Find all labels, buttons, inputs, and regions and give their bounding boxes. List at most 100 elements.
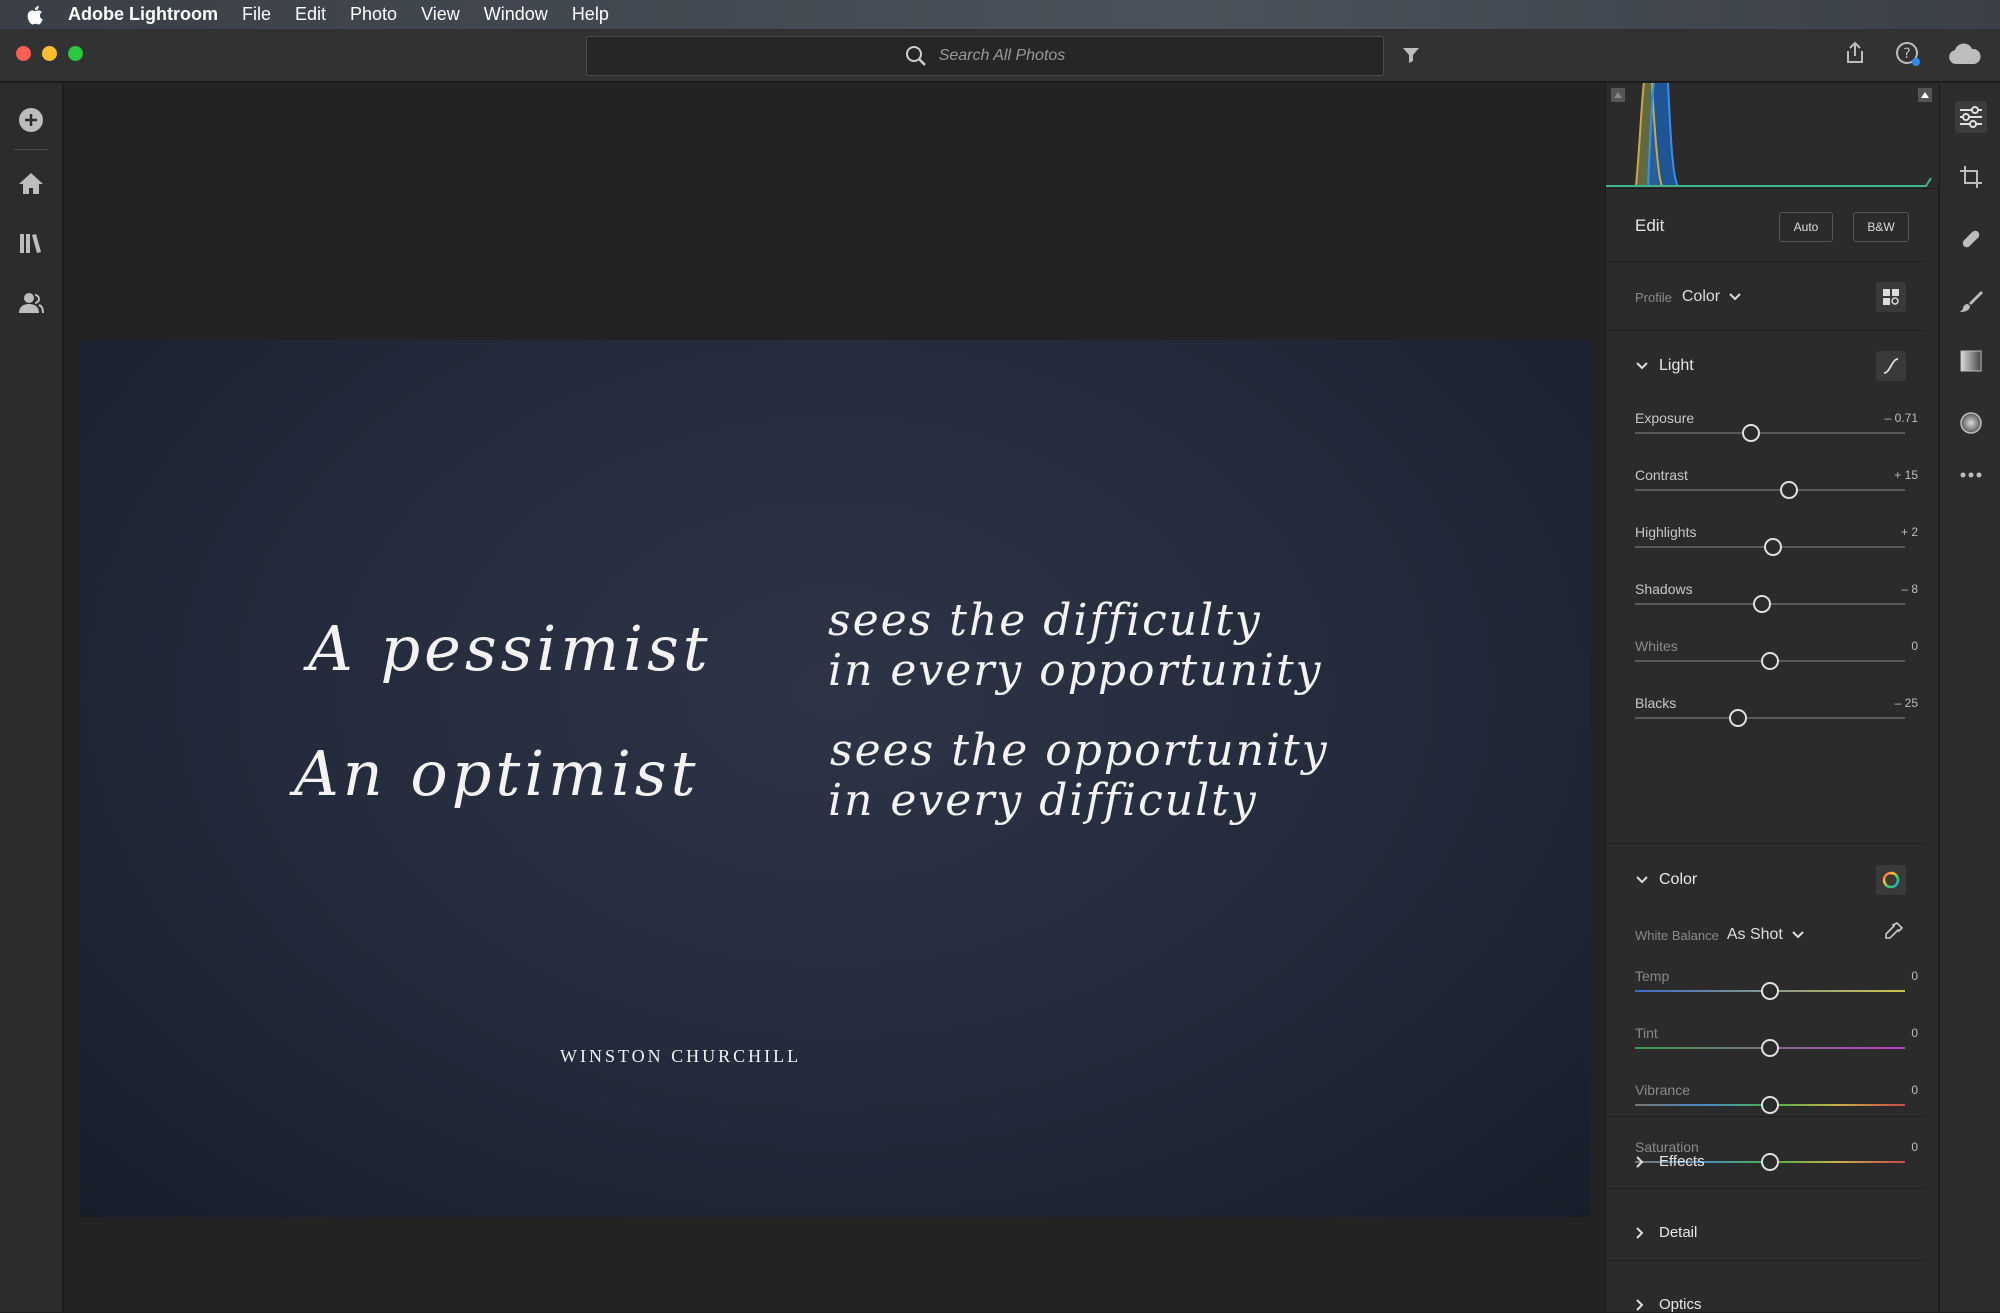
photo-canvas[interactable]: A pessimist sees the difficulty in every… xyxy=(64,83,1605,1312)
search-input[interactable]: Search All Photos xyxy=(586,36,1384,76)
profile-selector[interactable]: Profile Color xyxy=(1635,288,1742,306)
menu-app-name[interactable]: Adobe Lightroom xyxy=(68,4,218,25)
light-section-header[interactable]: Light xyxy=(1635,357,1694,375)
help-icon[interactable]: ? xyxy=(1895,41,1921,67)
gradient-icon xyxy=(1960,350,1982,372)
slider-value-highlights[interactable]: + 2 xyxy=(1901,525,1918,539)
apple-icon[interactable] xyxy=(26,5,44,25)
slider-thumb-whites[interactable] xyxy=(1761,652,1779,670)
menu-help[interactable]: Help xyxy=(572,4,609,25)
slider-thumb-highlights[interactable] xyxy=(1763,538,1782,556)
divider xyxy=(1606,330,1926,331)
slider-value-exposure[interactable]: – 0.71 xyxy=(1885,411,1918,425)
edit-panel: Edit Auto B&W Profile Color Light Exposu… xyxy=(1605,82,1939,1313)
radial-gradient-tool-button[interactable] xyxy=(1955,407,1987,439)
detail-title: Detail xyxy=(1659,1224,1698,1241)
crop-tool-button[interactable] xyxy=(1955,161,1987,193)
quote-line1-left: A pessimist xyxy=(308,612,712,685)
search-icon xyxy=(905,46,926,66)
grid-icon xyxy=(1883,289,1899,305)
color-section-header[interactable]: Color xyxy=(1635,871,1697,889)
library-button[interactable] xyxy=(16,228,46,258)
bw-button[interactable]: B&W xyxy=(1853,212,1909,242)
slider-value-saturation[interactable]: 0 xyxy=(1911,1140,1918,1154)
minimize-window-button[interactable] xyxy=(42,46,57,61)
title-bar: Search All Photos ? xyxy=(0,29,2000,82)
cloud-icon[interactable] xyxy=(1948,43,1982,65)
chevron-right-icon xyxy=(1636,1155,1644,1168)
healing-tool-button[interactable] xyxy=(1955,223,1987,255)
slider-thumb-saturation[interactable] xyxy=(1761,1153,1779,1171)
slider-thumb-contrast[interactable] xyxy=(1779,481,1798,499)
slider-value-contrast[interactable]: + 15 xyxy=(1894,468,1918,482)
slider-label-vibrance: Vibrance xyxy=(1635,1082,1691,1098)
chevron-down-icon xyxy=(1729,293,1741,301)
profile-browser-button[interactable] xyxy=(1876,282,1906,312)
share-icon[interactable] xyxy=(1844,41,1866,65)
white-balance-label: White Balance xyxy=(1635,927,1719,943)
add-photos-button[interactable] xyxy=(16,105,46,135)
histogram-graph xyxy=(1606,82,1932,187)
slider-thumb-tint[interactable] xyxy=(1761,1039,1779,1057)
slider-value-shadows[interactable]: – 8 xyxy=(1901,582,1918,596)
slider-thumb-shadows[interactable] xyxy=(1752,595,1771,613)
chevron-right-icon xyxy=(1636,1226,1644,1239)
effects-section-header[interactable]: Effects xyxy=(1635,1153,1705,1170)
slider-track-exposure[interactable] xyxy=(1635,432,1905,434)
light-title: Light xyxy=(1659,357,1694,374)
color-title: Color xyxy=(1659,871,1698,888)
slider-label-exposure: Exposure xyxy=(1635,410,1695,426)
effects-title: Effects xyxy=(1659,1153,1705,1170)
add-icon xyxy=(19,108,43,132)
slider-value-vibrance[interactable]: 0 xyxy=(1911,1083,1918,1097)
chevron-right-icon xyxy=(1636,1298,1644,1311)
slider-thumb-temp[interactable] xyxy=(1761,982,1779,1000)
tone-curve-button[interactable] xyxy=(1876,351,1906,381)
svg-text:?: ? xyxy=(1903,46,1910,62)
home-icon xyxy=(19,173,43,194)
optics-section-header[interactable]: Optics xyxy=(1635,1296,1702,1313)
divider xyxy=(1606,1260,1926,1261)
white-balance-selector[interactable]: White Balance As Shot xyxy=(1635,926,1805,944)
quote-line2-left: An optimist xyxy=(294,737,700,810)
detail-section-header[interactable]: Detail xyxy=(1635,1224,1697,1241)
eyedropper-icon[interactable] xyxy=(1882,921,1904,943)
filter-icon[interactable] xyxy=(1402,46,1420,64)
close-window-button[interactable] xyxy=(16,46,31,61)
search-placeholder: Search All Photos xyxy=(938,47,1066,64)
slider-label-shadows: Shadows xyxy=(1635,581,1693,597)
slider-thumb-vibrance[interactable] xyxy=(1761,1096,1779,1114)
slider-label-blacks: Blacks xyxy=(1635,695,1677,711)
quote-line1-right-b: in every opportunity xyxy=(828,645,1323,696)
slider-thumb-blacks[interactable] xyxy=(1728,709,1747,727)
edit-tool-button[interactable] xyxy=(1955,101,1987,133)
divider xyxy=(1606,843,1926,844)
people-button[interactable] xyxy=(16,288,46,318)
menu-photo[interactable]: Photo xyxy=(350,4,397,25)
optics-title: Optics xyxy=(1659,1296,1702,1313)
slider-value-blacks[interactable]: – 25 xyxy=(1895,696,1918,710)
menu-edit[interactable]: Edit xyxy=(295,4,326,25)
brush-tool-button[interactable] xyxy=(1955,285,1987,317)
curve-icon xyxy=(1883,358,1899,374)
home-button[interactable] xyxy=(16,168,46,198)
slider-track-blacks[interactable] xyxy=(1635,717,1905,719)
photo-image[interactable]: A pessimist sees the difficulty in every… xyxy=(80,340,1590,1217)
slider-label-highlights: Highlights xyxy=(1635,524,1697,540)
zoom-window-button[interactable] xyxy=(68,46,83,61)
slider-value-tint[interactable]: 0 xyxy=(1911,1026,1918,1040)
slider-value-whites[interactable]: 0 xyxy=(1911,639,1918,653)
menu-view[interactable]: View xyxy=(421,4,460,25)
crop-icon xyxy=(1960,166,1982,188)
auto-button[interactable]: Auto xyxy=(1779,212,1833,242)
chevron-down-icon xyxy=(1636,362,1648,370)
slider-track-contrast[interactable] xyxy=(1635,489,1905,491)
menu-window[interactable]: Window xyxy=(484,4,548,25)
slider-value-temp[interactable]: 0 xyxy=(1911,969,1918,983)
more-tools-button[interactable] xyxy=(1955,459,1987,491)
slider-thumb-exposure[interactable] xyxy=(1742,424,1761,442)
menu-file[interactable]: File xyxy=(242,4,271,25)
quote-attribution: WINSTON CHURCHILL xyxy=(560,1046,802,1066)
linear-gradient-tool-button[interactable] xyxy=(1955,345,1987,377)
color-mixer-button[interactable] xyxy=(1876,865,1906,895)
